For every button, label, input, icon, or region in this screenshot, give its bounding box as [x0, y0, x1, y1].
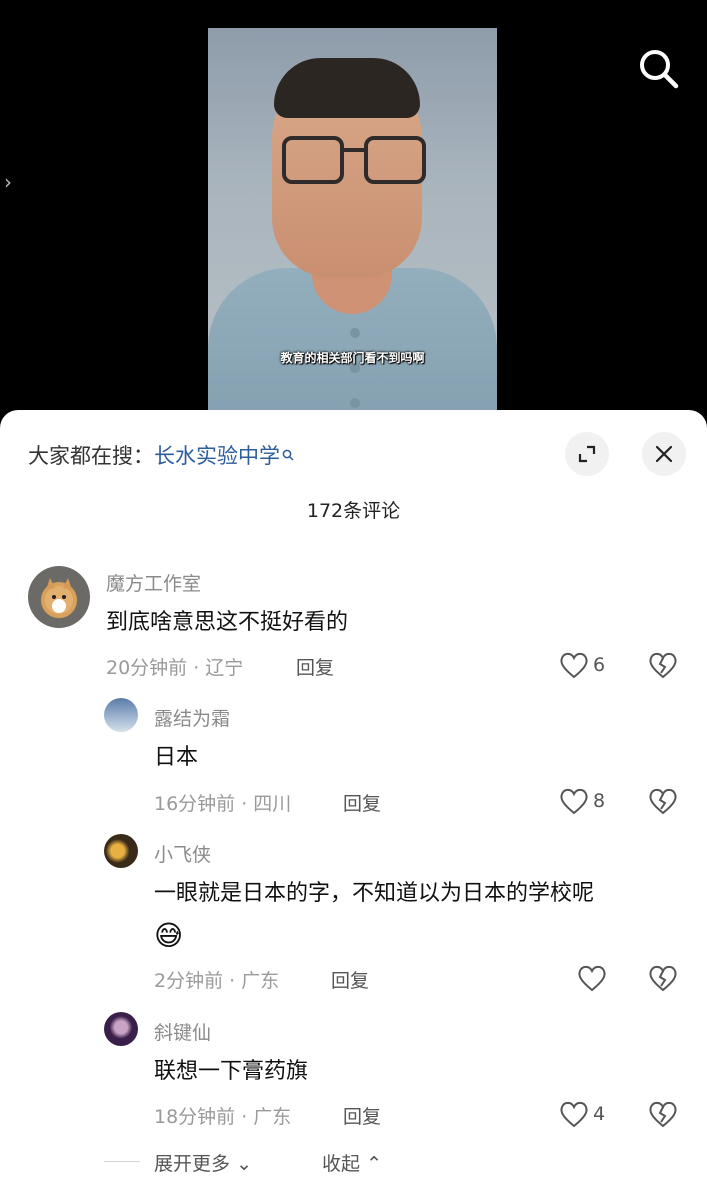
hot-search-keyword[interactable]: 长水实验中学 — [154, 444, 280, 468]
glasses — [282, 136, 430, 186]
comment-text: 联想一下膏药旗 — [154, 1059, 309, 1084]
shirt-button — [350, 328, 360, 338]
avatar[interactable] — [104, 1012, 138, 1046]
like-count: 6 — [593, 654, 606, 676]
like-button[interactable]: 4 — [559, 1100, 605, 1128]
comment-sheet: 大家都在搜：长水实验中学 172条评论 魔方工作室 到底啥意思这不挺好看的 20… — [0, 410, 707, 1200]
comment-time-location: 2分钟前 · 广东 — [154, 970, 280, 992]
comment-time-location: 20分钟前 · 辽宁 — [106, 657, 244, 679]
video-frame[interactable]: 教育的相关部门看不到吗啊 — [208, 28, 497, 420]
collapse-button[interactable]: 收起 ⌃ — [322, 1149, 382, 1176]
heart-icon — [560, 652, 588, 679]
search-icon[interactable] — [636, 46, 680, 90]
expand-more-button[interactable]: 展开更多 ⌄ — [154, 1149, 252, 1176]
heart-icon — [560, 1101, 588, 1128]
comment-count: 172条评论 — [306, 500, 401, 522]
dislike-icon[interactable] — [648, 651, 678, 679]
divider — [104, 1161, 140, 1162]
search-icon — [282, 442, 294, 461]
close-icon — [655, 445, 673, 463]
chevron-up-icon: ⌃ — [366, 1153, 382, 1175]
comment-author[interactable]: 魔方工作室 — [106, 569, 201, 596]
video-person-hair — [274, 58, 420, 118]
expand-fullscreen-button[interactable] — [565, 432, 609, 476]
comment-time-location: 18分钟前 · 广东 — [154, 1106, 292, 1128]
avatar[interactable] — [104, 698, 138, 732]
comment-time-location: 16分钟前 · 四川 — [154, 793, 292, 815]
dislike-icon[interactable] — [648, 1100, 678, 1128]
like-count: 8 — [593, 790, 606, 812]
like-button[interactable] — [577, 964, 611, 992]
like-count: 4 — [593, 1103, 606, 1125]
video-subtitle: 教育的相关部门看不到吗啊 — [280, 351, 425, 365]
comment-author[interactable]: 小飞侠 — [154, 840, 211, 867]
reply-button[interactable]: 回复 — [343, 789, 381, 816]
comment-author[interactable]: 露结为霜 — [154, 704, 230, 731]
expand-icon — [578, 445, 596, 463]
heart-icon — [578, 965, 606, 992]
hot-search-bar[interactable]: 大家都在搜：长水实验中学 — [28, 440, 294, 470]
comment-text: 一眼就是日本的字，不知道以为日本的学校呢 — [154, 881, 595, 906]
reply-button[interactable]: 回复 — [343, 1102, 381, 1129]
comment-author[interactable]: 斜键仙 — [154, 1018, 211, 1045]
avatar[interactable] — [28, 566, 90, 628]
close-button[interactable] — [642, 432, 686, 476]
comment-emoji: 😅 — [154, 919, 184, 952]
shirt-button — [350, 398, 360, 408]
like-button[interactable]: 8 — [559, 787, 605, 815]
reply-button[interactable]: 回复 — [296, 653, 334, 680]
chevron-down-icon: ⌄ — [236, 1153, 252, 1175]
dislike-icon[interactable] — [648, 964, 678, 992]
heart-icon — [560, 788, 588, 815]
video-area[interactable]: › 教育的相关部门看不到吗啊 — [0, 0, 707, 420]
reply-button[interactable]: 回复 — [331, 966, 369, 993]
dislike-icon[interactable] — [648, 787, 678, 815]
like-button[interactable]: 6 — [559, 651, 605, 679]
comment-text: 日本 — [154, 745, 199, 770]
collapse-label: 收起 — [322, 1153, 361, 1175]
chevron-right-icon[interactable]: › — [4, 170, 12, 194]
avatar[interactable] — [104, 834, 138, 868]
hot-search-prefix: 大家都在搜： — [28, 444, 154, 468]
expand-more-label: 展开更多 — [154, 1153, 231, 1175]
comment-text: 到底啥意思这不挺好看的 — [106, 610, 349, 635]
